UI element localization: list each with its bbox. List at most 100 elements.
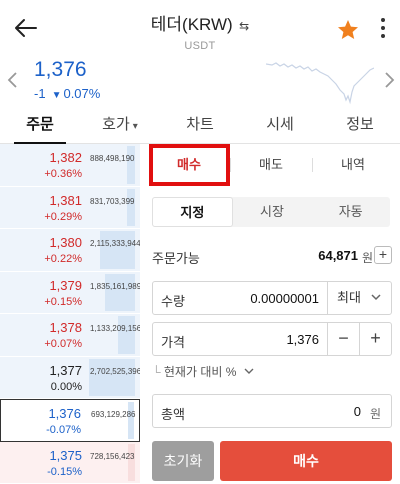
tab-order-label: 주문 bbox=[26, 116, 54, 133]
available-label: 주문가능 bbox=[152, 251, 200, 266]
compare-current-price[interactable]: └ 현재가 대비 % bbox=[152, 363, 254, 380]
tab-trades[interactable]: 시세 bbox=[240, 108, 320, 143]
volume-bar bbox=[127, 146, 135, 184]
volume-bar bbox=[100, 231, 135, 269]
tab-chart-label: 차트 bbox=[186, 116, 214, 133]
orderbook-change-percent: +0.07% bbox=[44, 338, 82, 350]
orderbook-price: 1,377 bbox=[49, 362, 82, 378]
tab-order[interactable]: 주문 bbox=[0, 108, 80, 144]
tab-trades-label: 시세 bbox=[266, 116, 294, 133]
orderbook-row[interactable]: 1,381 +0.29% 831,703,399 bbox=[0, 187, 140, 229]
market-symbol: USDT bbox=[184, 40, 216, 52]
available-value: 64,871 bbox=[318, 248, 358, 263]
next-market-chevron-icon[interactable] bbox=[382, 70, 396, 90]
orderbook-price: 1,378 bbox=[49, 320, 82, 335]
orderbook-price: 1,376 bbox=[48, 406, 81, 421]
price-change: -1 ▼ 0.07% bbox=[34, 86, 100, 101]
orderbook-volume: 1,835,161,989 bbox=[90, 281, 142, 291]
orderbook-price: 1,382 bbox=[49, 150, 82, 165]
quantity-value[interactable]: 0.00000001 bbox=[250, 291, 319, 306]
orderbook-change-percent: 0.00% bbox=[50, 380, 82, 393]
main-tabs: 주문 호가 ▾ 차트 시세 정보 bbox=[0, 108, 400, 144]
price-minus-button[interactable]: − bbox=[327, 323, 359, 355]
tab-history[interactable]: 내역 bbox=[312, 148, 394, 184]
orderbook-row[interactable]: 1,378 +0.07% 1,133,209,156 bbox=[0, 314, 141, 357]
price-plus-button[interactable]: + bbox=[359, 323, 391, 355]
available-balance: 주문가능 64,871 원 + bbox=[152, 245, 392, 267]
orderbook-price: 1,375 bbox=[49, 447, 82, 463]
down-triangle-icon: ▼ bbox=[51, 90, 62, 101]
tab-sell[interactable]: 매도 bbox=[230, 148, 312, 184]
orderbook-row[interactable]: 1,375 -0.15% 728,156,423 bbox=[0, 441, 140, 484]
ticker-strip: 1,376 -1 ▼ 0.07% bbox=[0, 56, 400, 108]
orderbook-volume: 888,498,190 bbox=[90, 154, 135, 163]
volume-bar bbox=[89, 358, 135, 396]
more-menu-icon[interactable] bbox=[378, 18, 388, 40]
total-label: 총액 bbox=[161, 407, 185, 422]
orderbook-change-percent: -0.07% bbox=[46, 424, 81, 436]
order-type-market[interactable]: 시장 bbox=[233, 197, 312, 227]
quantity-label: 수량 bbox=[161, 294, 185, 309]
orderbook: 1,382 +0.36% 888,498,190 1,381 +0.29% 831,703… bbox=[0, 144, 142, 484]
orderbook-change-percent: +0.29% bbox=[44, 210, 82, 223]
tab-chart[interactable]: 차트 bbox=[160, 108, 240, 143]
tab-orderbook-label: 호가 bbox=[102, 116, 130, 133]
orderbook-price: 1,380 bbox=[49, 235, 82, 250]
favorite-star-icon[interactable] bbox=[336, 18, 360, 42]
price-field[interactable]: 가격 1,376 − + bbox=[152, 322, 392, 356]
orderbook-volume: 728,156,423 bbox=[90, 451, 135, 461]
price-label: 가격 bbox=[161, 335, 185, 350]
market-name: 테더(KRW) bbox=[150, 15, 233, 34]
change-percent: 0.07% bbox=[63, 86, 101, 101]
orderbook-row[interactable]: 1,379 +0.15% 1,835,161,989 bbox=[0, 272, 142, 314]
chevron-down-icon bbox=[371, 294, 381, 301]
tab-buy[interactable]: 매수 bbox=[148, 148, 230, 184]
orderbook-volume: 2,115,333,944 bbox=[90, 239, 141, 248]
order-type-limit[interactable]: 지정 bbox=[152, 197, 233, 227]
order-type-auto[interactable]: 자동 bbox=[311, 197, 390, 227]
add-funds-plus-icon[interactable]: + bbox=[374, 246, 392, 264]
orderbook-change-percent: +0.15% bbox=[44, 295, 82, 308]
available-unit: 원 bbox=[361, 251, 373, 265]
volume-bar bbox=[105, 273, 135, 311]
price-value[interactable]: 1,376 bbox=[286, 332, 319, 347]
tab-info-label: 정보 bbox=[346, 116, 374, 133]
chevron-down-icon bbox=[244, 368, 254, 374]
orderbook-change-percent: +0.36% bbox=[44, 168, 82, 180]
orderbook-row[interactable]: 1,382 +0.36% 888,498,190 bbox=[0, 144, 140, 187]
orderbook-price: 1,381 bbox=[49, 192, 82, 208]
prev-market-chevron-icon[interactable] bbox=[6, 70, 20, 90]
compare-label: 현재가 대비 % bbox=[163, 365, 237, 379]
tab-info[interactable]: 정보 bbox=[320, 108, 400, 143]
quantity-field[interactable]: 수량 0.00000001 최대 bbox=[152, 281, 392, 315]
orderbook-volume: 2,702,525,396 bbox=[90, 366, 142, 376]
total-value[interactable]: 0 bbox=[354, 404, 361, 419]
caret-down-icon: ▾ bbox=[132, 121, 138, 132]
swap-icon: ⇆ bbox=[239, 19, 250, 33]
volume-bar bbox=[128, 402, 134, 439]
volume-bar bbox=[127, 188, 135, 226]
buy-button[interactable]: 매수 bbox=[220, 441, 392, 481]
order-panel: 매수 매도 내역 지정 시장 자동 주문가능 64,871 원 + 수량 0.0… bbox=[140, 144, 400, 484]
app-header: 테더(KRW) ⇆ USDT bbox=[0, 0, 400, 56]
reset-button[interactable]: 초기화 bbox=[152, 441, 214, 481]
volume-bar bbox=[118, 316, 135, 354]
orderbook-row-current[interactable]: 1,376 -0.07% 693,129,286 bbox=[0, 399, 140, 442]
back-arrow-icon[interactable] bbox=[12, 14, 40, 42]
total-unit: 원 bbox=[369, 407, 381, 421]
order-side-tabs: 매수 매도 내역 bbox=[148, 148, 394, 184]
tab-orderbook[interactable]: 호가 ▾ bbox=[80, 108, 160, 143]
order-type-selector: 지정 시장 자동 bbox=[152, 197, 390, 227]
orderbook-volume: 831,703,399 bbox=[90, 196, 135, 206]
sparkline-chart bbox=[266, 62, 374, 105]
orderbook-row[interactable]: 1,377 0.00% 2,702,525,396 bbox=[0, 357, 142, 399]
orderbook-row[interactable]: 1,380 +0.22% 2,115,333,944 bbox=[0, 229, 141, 272]
total-field[interactable]: 총액 0 원 bbox=[152, 394, 392, 428]
orderbook-price: 1,379 bbox=[49, 277, 82, 293]
orderbook-change-percent: +0.22% bbox=[44, 253, 82, 265]
volume-bar bbox=[128, 443, 135, 481]
orderbook-change-percent: -0.15% bbox=[47, 465, 82, 478]
current-price: 1,376 bbox=[34, 58, 87, 81]
quantity-select[interactable]: 최대 bbox=[327, 282, 391, 314]
market-title[interactable]: 테더(KRW) ⇆ USDT bbox=[100, 10, 300, 52]
